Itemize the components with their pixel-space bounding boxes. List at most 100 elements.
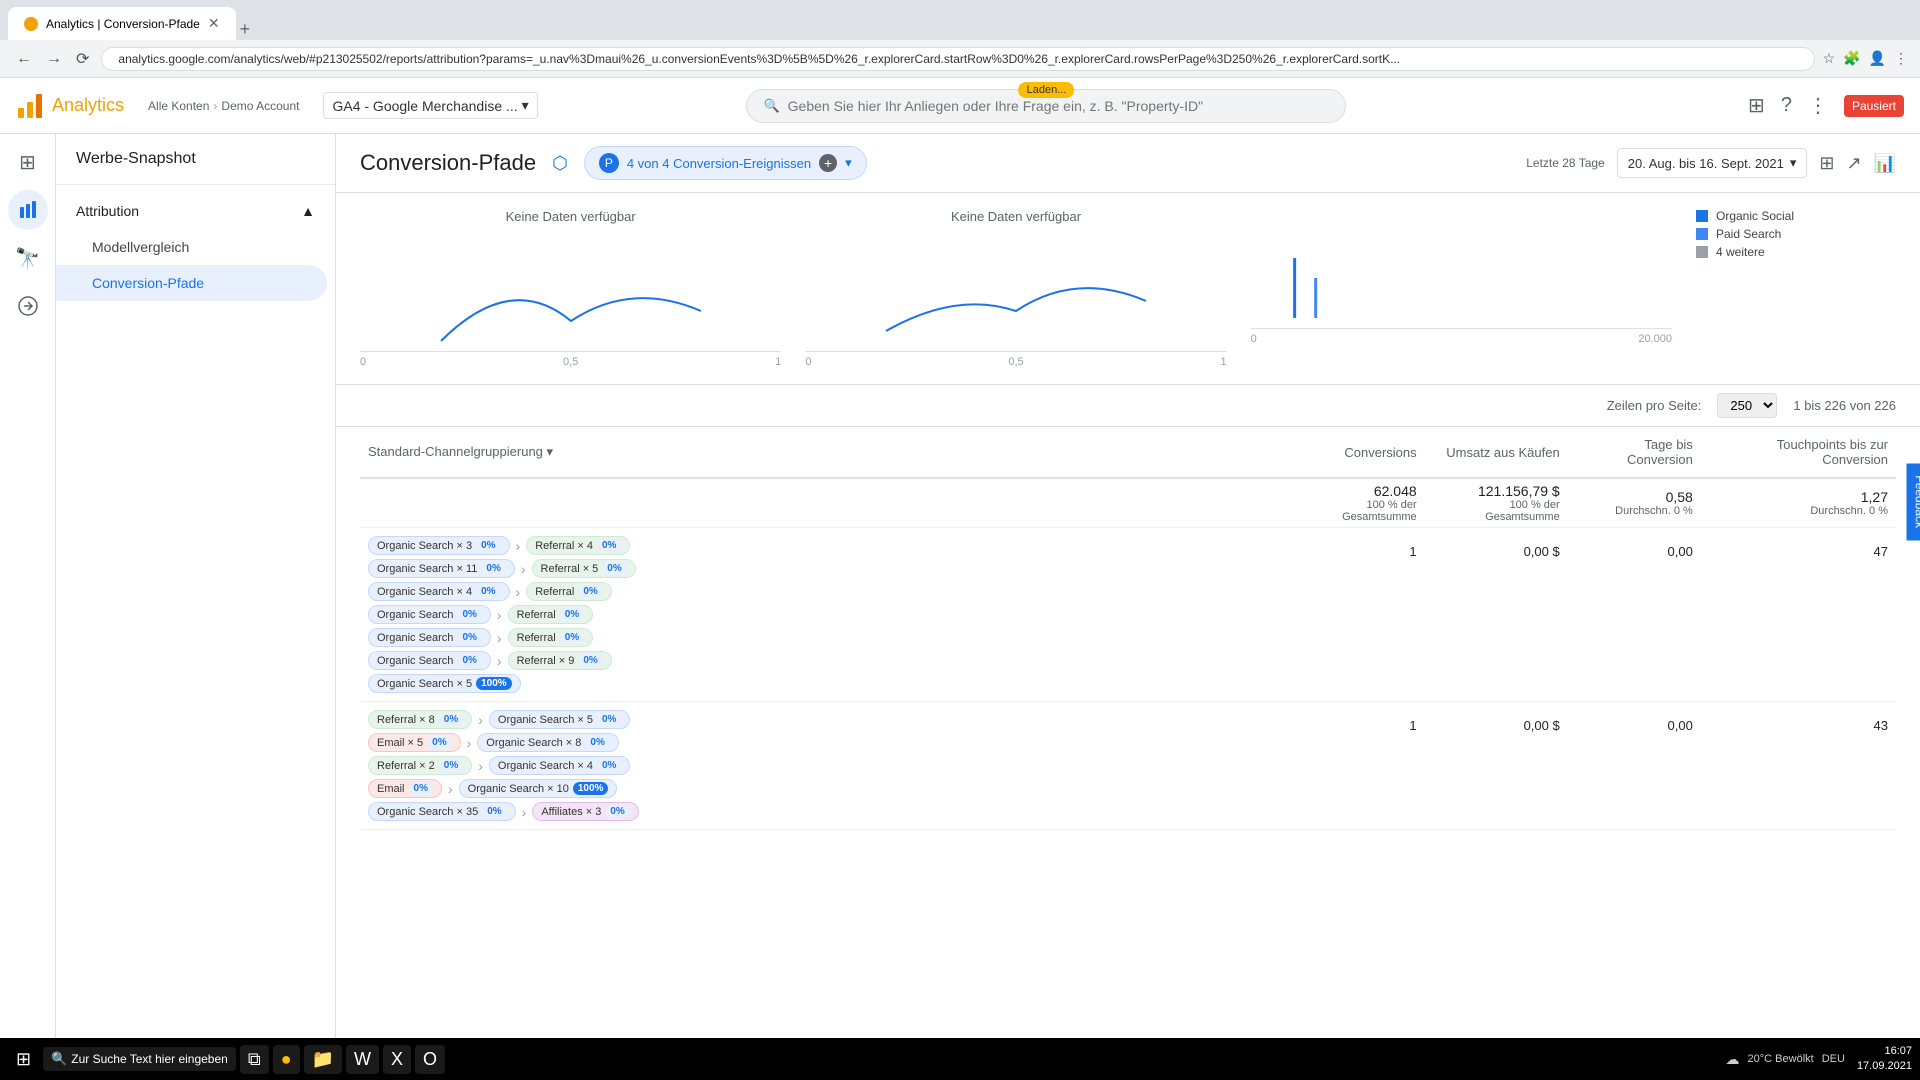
pct-0: 0% — [578, 654, 602, 667]
axis-1: 1 — [775, 356, 781, 368]
totals-row: 62.048 100 % der Gesamtsumme 121.156,79 … — [360, 478, 1896, 528]
axis2-0: 0 — [805, 356, 811, 368]
taskbar-outlook[interactable]: O — [415, 1045, 445, 1074]
taskbar-explorer[interactable]: 📁 — [304, 1045, 342, 1074]
rows-per-page-select[interactable]: 250 50 100 — [1717, 393, 1777, 418]
new-tab-button[interactable]: + — [240, 19, 251, 40]
extension-icon[interactable]: 🧩 — [1843, 50, 1860, 67]
help-icon[interactable]: ? — [1781, 94, 1792, 117]
taskbar-excel[interactable]: X — [383, 1045, 411, 1074]
taskbar-chrome[interactable]: ● — [273, 1045, 300, 1074]
outlook-icon: O — [423, 1049, 437, 1070]
tag-organic-search-5-100: Organic Search × 5 100% — [368, 674, 521, 693]
path-row-1-4: Organic Search 0% › Referral 0% — [368, 605, 1274, 624]
tag-organic-search-4b: Organic Search × 4 0% — [489, 756, 631, 775]
home-nav-icon[interactable]: ⊞ — [8, 142, 48, 182]
tab-title: Analytics | Conversion-Pfade — [46, 17, 200, 31]
url-input[interactable] — [101, 47, 1814, 71]
tab-close-btn[interactable]: ✕ — [208, 15, 220, 32]
start-button[interactable]: ⊞ — [8, 1045, 39, 1074]
totals-touchpoints: 1,27 Durchschn. 0 % — [1701, 478, 1896, 528]
legend-paid-search: Paid Search — [1696, 227, 1896, 241]
row2-revenue: 0,00 $ — [1425, 702, 1568, 830]
col-days[interactable]: Tage bis Conversion — [1568, 427, 1701, 478]
conversion-events-add-icon[interactable]: + — [819, 154, 837, 172]
table-controls: Zeilen pro Seite: 250 50 100 1 bis 226 v… — [336, 385, 1920, 427]
property-selector[interactable]: GA4 - Google Merchandise ... ▾ — [323, 92, 537, 119]
arrow-1-1: › — [516, 538, 521, 554]
axis3-0: 0 — [1251, 333, 1257, 345]
attribution-section-header[interactable]: Attribution ▲ — [56, 193, 335, 229]
apps-icon[interactable]: ⊞ — [1748, 93, 1765, 118]
total-days-avg: Durchschn. 0 % — [1576, 505, 1693, 517]
chart-axis-3: 0 20.000 — [1251, 333, 1672, 345]
excel-icon: X — [391, 1049, 403, 1070]
conversion-events-label: 4 von 4 Conversion-Ereignissen — [627, 156, 811, 171]
pct-0: 0% — [427, 736, 451, 749]
col-conversions[interactable]: Conversions — [1282, 427, 1425, 478]
totals-conversions: 62.048 100 % der Gesamtsumme — [1282, 478, 1425, 528]
refresh-button[interactable]: ⟳ — [72, 45, 93, 73]
legend-label-organic-social: Organic Social — [1716, 209, 1794, 223]
breadcrumb: Alle Konten › Demo Account — [148, 99, 299, 113]
tag-organic-search-3: Organic Search × 3 0% — [368, 536, 510, 555]
share-icon[interactable]: ↗ — [1846, 153, 1861, 174]
search-input[interactable] — [788, 98, 1330, 114]
feedback-button[interactable]: Feedback — [1907, 463, 1920, 540]
date-range-value: 20. Aug. bis 16. Sept. 2021 — [1628, 156, 1784, 171]
chart-axis-2: 0 0,5 1 — [805, 356, 1226, 368]
tag-affiliates-3: Affiliates × 3 0% — [532, 802, 638, 821]
taskbar-task-view[interactable]: ⧉ — [240, 1045, 269, 1074]
date-range-button[interactable]: 20. Aug. bis 16. Sept. 2021 ▾ — [1617, 148, 1808, 178]
breadcrumb-all[interactable]: Alle Konten — [148, 99, 209, 113]
taskbar-search[interactable]: 🔍 Zur Suche Text hier eingeben — [43, 1047, 236, 1071]
chart-3 — [1251, 209, 1672, 329]
tag-organic-search-8: Organic Search × 8 0% — [477, 733, 619, 752]
attribution-nav-icon[interactable] — [8, 286, 48, 326]
arrow-1-5: › — [497, 630, 502, 646]
conversion-events-button[interactable]: P 4 von 4 Conversion-Ereignissen + ▾ — [584, 146, 867, 180]
compare-icon[interactable]: ⊞ — [1819, 153, 1834, 174]
reports-nav-icon[interactable] — [8, 190, 48, 230]
more-options-icon[interactable]: ⋮ — [1808, 93, 1828, 118]
more-icon[interactable]: ⋮ — [1894, 50, 1908, 67]
browser-tab[interactable]: Analytics | Conversion-Pfade ✕ — [8, 7, 236, 40]
taskbar-right: ☁ 20°C Bewölkt DEU 16:07 17.09.2021 — [1726, 1044, 1912, 1075]
explore-nav-icon[interactable]: 🔭 — [8, 238, 48, 278]
row1-conversions: 1 — [1282, 528, 1425, 702]
arrow-2-2: › — [467, 735, 472, 751]
sys-tray: ☁ 20°C Bewölkt DEU — [1726, 1051, 1845, 1068]
profile-icon[interactable]: 👤 — [1869, 50, 1886, 67]
col-revenue[interactable]: Umsatz aus Käufen — [1425, 427, 1568, 478]
sidebar-item-conversion-pfade[interactable]: Conversion-Pfade — [56, 265, 327, 301]
sidebar-item-modellvergleich[interactable]: Modellvergleich — [56, 229, 335, 265]
breadcrumb-separator: › — [213, 99, 217, 113]
col-revenue-label: Umsatz aus Käufen — [1446, 445, 1559, 460]
total-conversions-val: 62.048 — [1290, 483, 1417, 499]
date-range-label: Letzte 28 Tage — [1526, 156, 1605, 170]
row1-touchpoints: 47 — [1701, 528, 1896, 702]
axis2-1: 1 — [1221, 356, 1227, 368]
total-days-val: 0,58 — [1576, 489, 1693, 505]
bookmark-icon[interactable]: ☆ — [1823, 50, 1836, 67]
arrow-2-1: › — [478, 712, 483, 728]
col-path-dropdown-icon[interactable]: ▾ — [547, 444, 554, 459]
path-row-1-1: Organic Search × 3 0% › Referral × 4 0% — [368, 536, 1274, 555]
col-touchpoints[interactable]: Touchpoints bis zur Conversion — [1701, 427, 1896, 478]
explorer-icon: 📁 — [312, 1049, 334, 1070]
tag-referral-b: Referral 0% — [508, 605, 594, 624]
forward-button[interactable]: → — [42, 45, 66, 73]
pause-button[interactable]: Pausiert — [1844, 95, 1904, 117]
path-row-2-2: Email × 5 0% › Organic Search × 8 0% — [368, 733, 1274, 752]
arrow-1-4: › — [497, 607, 502, 623]
taskbar-word[interactable]: W — [346, 1045, 379, 1074]
breadcrumb-account[interactable]: Demo Account — [221, 99, 299, 113]
legend-label-paid-search: Paid Search — [1716, 227, 1781, 241]
sidebar: Werbe-Snapshot Attribution ▲ Modellvergl… — [56, 134, 336, 1080]
chart-toggle-icon[interactable]: 📊 — [1874, 153, 1896, 174]
total-tp-val: 1,27 — [1709, 489, 1888, 505]
path-row-1-2: Organic Search × 11 0% › Referral × 5 0% — [368, 559, 1274, 578]
col-path[interactable]: Standard-Channelgruppierung ▾ — [360, 427, 1282, 478]
back-button[interactable]: ← — [12, 45, 36, 73]
legend-dot-organic-social — [1696, 210, 1708, 222]
